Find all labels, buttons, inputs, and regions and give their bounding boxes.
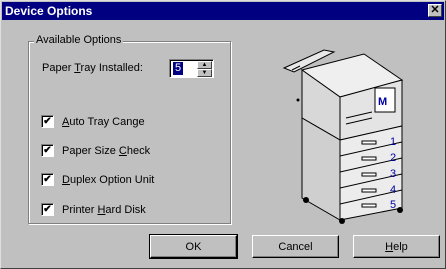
option-label: Auto Tray Cange — [62, 115, 145, 128]
checkbox[interactable]: ✔ — [41, 203, 54, 216]
close-button[interactable]: ✕ — [428, 4, 442, 17]
paper-tray-label: Paper Tray Installed: — [42, 62, 143, 74]
ok-button[interactable]: OK — [149, 234, 238, 259]
arrow-down-icon: ▼ — [201, 70, 208, 76]
spin-down-button[interactable]: ▼ — [197, 69, 212, 77]
spinner-buttons: ▲ ▼ — [197, 61, 212, 77]
option-paper-size-check[interactable]: ✔ Paper Size Check — [41, 144, 150, 157]
checkbox[interactable]: ✔ — [41, 144, 54, 157]
tray-number-1: 1 — [390, 136, 396, 148]
tray-number-5: 5 — [390, 199, 396, 211]
checkmark-icon: ✔ — [43, 203, 52, 215]
tray-number-3: 3 — [390, 168, 396, 180]
group-legend: Available Options — [34, 34, 124, 46]
close-icon: ✕ — [430, 4, 440, 16]
paper-tray-value[interactable]: 5 — [173, 62, 183, 75]
tray-number-4: 4 — [390, 184, 396, 196]
tray-number-2: 2 — [390, 152, 396, 164]
spin-up-button[interactable]: ▲ — [197, 61, 212, 69]
option-label: Printer Hard Disk — [62, 203, 146, 216]
checkmark-icon: ✔ — [43, 144, 52, 156]
title-bar[interactable]: Device Options ✕ — [2, 2, 444, 20]
checkbox[interactable]: ✔ — [41, 115, 54, 128]
checkbox[interactable]: ✔ — [41, 173, 54, 186]
paper-tray-spinner[interactable]: 5 ▲ ▼ — [169, 59, 214, 78]
dialog-title: Device Options — [5, 4, 93, 18]
help-button[interactable]: Help — [353, 235, 440, 258]
checkmark-icon: ✔ — [43, 115, 52, 127]
cancel-button[interactable]: Cancel — [252, 235, 339, 258]
option-auto-tray-change[interactable]: ✔ Auto Tray Cange — [41, 115, 145, 128]
option-label: Duplex Option Unit — [62, 173, 155, 186]
option-printer-hard-disk[interactable]: ✔ Printer Hard Disk — [41, 203, 146, 216]
arrow-up-icon: ▲ — [201, 62, 208, 68]
option-duplex-unit[interactable]: ✔ Duplex Option Unit — [41, 173, 154, 186]
option-label: Paper Size Check — [62, 144, 151, 157]
printer-logo: M — [378, 96, 387, 108]
printer-illustration: M 1 2 3 4 5 — [282, 49, 404, 224]
checkmark-icon: ✔ — [43, 173, 52, 185]
